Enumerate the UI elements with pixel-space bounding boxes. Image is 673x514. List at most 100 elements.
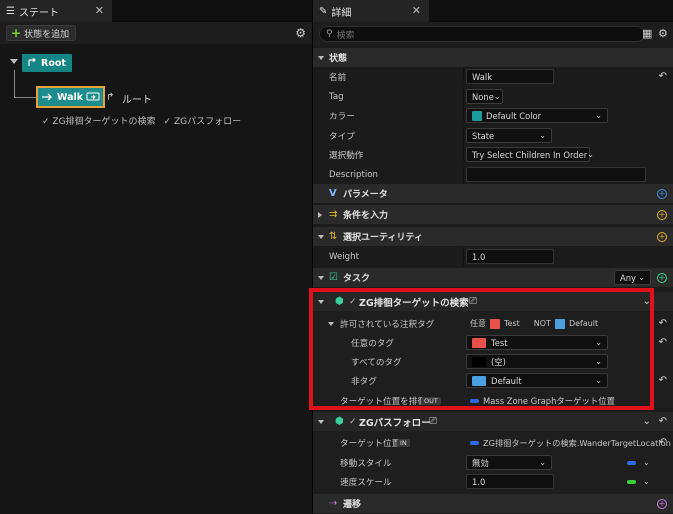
add-transition-icon[interactable]: + bbox=[657, 498, 667, 509]
binding-dot-icon[interactable] bbox=[627, 460, 636, 465]
check-icon: ✓ bbox=[42, 117, 53, 127]
tree-line bbox=[14, 97, 36, 98]
property-row-description: Description bbox=[313, 165, 673, 184]
task2-header[interactable]: ⬢ ✓ ZGパスフォロー ⎚ ⌄ ↶ bbox=[313, 412, 673, 431]
color-dropdown[interactable]: Default Color ⌄ bbox=[466, 108, 608, 123]
task1-title: ZG排徊ターゲットの検索 bbox=[359, 297, 469, 309]
tag-swatch bbox=[472, 356, 486, 367]
add-task-icon[interactable]: + bbox=[657, 272, 667, 283]
states-panel: ☰ ステート ✕ + 状態を追加 ⚙ Root Walk ↱ ルート ✓ ZG排… bbox=[0, 0, 312, 514]
add-parameter-icon[interactable]: + bbox=[657, 188, 667, 199]
any-tag-dropdown[interactable]: Test ⌄ bbox=[466, 335, 608, 350]
section-enter-conditions[interactable]: ⇉ 条件を入力 + bbox=[313, 205, 673, 224]
move-style-dropdown[interactable]: 無効 ⌄ bbox=[466, 455, 552, 470]
tab-details[interactable]: ✎ 詳細 ✕ bbox=[313, 0, 429, 22]
gear-icon[interactable]: ⚙ bbox=[295, 26, 306, 40]
check-icon[interactable]: ✓ bbox=[349, 297, 357, 307]
reset-arrow-icon[interactable]: ↶ bbox=[659, 375, 667, 386]
column-divider bbox=[463, 126, 464, 145]
tasks-filter-dropdown[interactable]: Any ⌄ bbox=[614, 270, 651, 285]
weight-field[interactable]: 1.0 bbox=[466, 249, 554, 264]
column-divider bbox=[463, 87, 464, 106]
selection-dropdown[interactable]: Try Select Children In Order ⌄ bbox=[466, 147, 594, 162]
root-label: Root bbox=[41, 57, 66, 69]
speed-scale-field[interactable]: 1.0 bbox=[466, 474, 554, 489]
name-field[interactable]: Walk bbox=[466, 69, 554, 84]
all-tag-dropdown[interactable]: (空) ⌄ bbox=[466, 354, 608, 369]
tag-swatch bbox=[472, 337, 486, 348]
gear-icon[interactable]: ⚙ bbox=[658, 27, 668, 40]
collapse-arrow-icon[interactable] bbox=[328, 321, 334, 326]
tree-line bbox=[14, 70, 15, 97]
conditions-icon: ⇉ bbox=[329, 209, 338, 220]
root-state-node[interactable]: Root bbox=[22, 54, 72, 72]
not-tag-dropdown[interactable]: Default ⌄ bbox=[466, 373, 608, 388]
add-utility-icon[interactable]: + bbox=[657, 231, 667, 242]
summary-not-tag: Default bbox=[568, 319, 599, 328]
chevron-down-icon: ⌄ bbox=[595, 376, 602, 385]
state-task-item[interactable]: ✓ ZG排徊ターゲットの検索 bbox=[42, 114, 156, 127]
tab-states[interactable]: ☰ ステート ✕ bbox=[0, 0, 112, 22]
check-icon[interactable]: ✓ bbox=[349, 417, 357, 427]
chevron-down-icon[interactable]: ⌄ bbox=[643, 477, 650, 486]
reset-arrow-icon[interactable]: ↶ bbox=[659, 71, 667, 82]
collapse-arrow-icon bbox=[318, 419, 324, 424]
description-field[interactable] bbox=[466, 167, 646, 182]
task1-all-tag-row: すべてのタグ (空) ⌄ bbox=[313, 352, 673, 371]
table-view-icon[interactable]: ▦ bbox=[642, 27, 652, 40]
section-tasks[interactable]: ☑ タスク Any ⌄ + bbox=[313, 268, 673, 287]
states-toolbar: + 状態を追加 ⚙ bbox=[0, 22, 312, 44]
tab-states-label: ステート bbox=[18, 7, 59, 19]
collapse-arrow-icon bbox=[318, 55, 324, 60]
chevron-down-icon[interactable]: ⌄ bbox=[643, 416, 651, 427]
property-row-tag: Tag None ⌄ bbox=[313, 87, 673, 106]
reset-arrow-icon[interactable]: ↶ bbox=[659, 437, 667, 448]
target-value[interactable]: ZG排徊ターゲットの検索.WanderTargetLocation bbox=[483, 437, 671, 449]
collapse-arrow-icon[interactable] bbox=[10, 59, 18, 64]
tag-dropdown[interactable]: None ⌄ bbox=[466, 89, 503, 104]
search-icon: ⚲ bbox=[326, 29, 333, 39]
reset-arrow-icon[interactable]: ↶ bbox=[659, 416, 667, 427]
type-label: タイプ bbox=[329, 131, 355, 142]
section-parameters[interactable]: V パラメータ + bbox=[313, 184, 673, 203]
search-input[interactable]: ⚲ 検索 bbox=[319, 26, 645, 42]
task-node-icon: ⬢ bbox=[335, 416, 344, 427]
section-transitions[interactable]: ⇢ 遷移 + bbox=[313, 494, 673, 513]
state-task-list: ✓ ZG排徊ターゲットの検索 ✓ ZGパスフォロー bbox=[42, 114, 241, 127]
column-divider bbox=[463, 145, 464, 164]
property-row-selection: 選択動作 Try Select Children In Order ⌄ bbox=[313, 145, 673, 164]
check-icon: ✓ bbox=[163, 117, 174, 127]
task-list-icon: ☑ bbox=[329, 272, 338, 283]
parameter-icon: V bbox=[329, 188, 337, 199]
property-row-color: カラー Default Color ⌄ bbox=[313, 106, 673, 125]
plus-icon: + bbox=[11, 26, 22, 40]
column-divider bbox=[463, 247, 464, 266]
section-state[interactable]: 状態 bbox=[313, 48, 673, 67]
task-screen-icon bbox=[86, 92, 100, 101]
task-node-icon: ⬢ bbox=[335, 296, 344, 307]
state-task-item[interactable]: ✓ ZGパスフォロー bbox=[164, 114, 242, 127]
reset-arrow-icon[interactable]: ↶ bbox=[659, 318, 667, 329]
reset-arrow-icon[interactable]: ↶ bbox=[659, 337, 667, 348]
task-screen-icon: ⎚ bbox=[429, 416, 437, 427]
add-state-button[interactable]: + 状態を追加 bbox=[6, 25, 77, 41]
task1-header[interactable]: ⬢ ✓ ZG排徊ターゲットの検索 ⎚ ⌄ bbox=[313, 292, 673, 311]
type-dropdown[interactable]: State ⌄ bbox=[466, 128, 552, 143]
right-tabbar: ✎ 詳細 ✕ bbox=[313, 0, 673, 22]
chevron-down-icon[interactable]: ⌄ bbox=[643, 296, 651, 307]
add-condition-icon[interactable]: + bbox=[657, 209, 667, 220]
section-parameters-title: パラメータ bbox=[343, 190, 388, 200]
in-pill: IN bbox=[397, 438, 410, 447]
chevron-down-icon: ⌄ bbox=[539, 131, 546, 140]
task2-target-row: ターゲット位置 IN ZG排徊ターゲットの検索.WanderTargetLoca… bbox=[313, 433, 673, 452]
close-icon[interactable]: ✕ bbox=[95, 4, 104, 17]
section-selection-utility[interactable]: ⇅ 選択ユーティリティ + bbox=[313, 227, 673, 246]
walk-state-node[interactable]: Walk bbox=[36, 86, 105, 108]
output-value[interactable]: Mass Zone Graphターゲット位置 bbox=[483, 395, 615, 407]
utility-icon: ⇅ bbox=[329, 231, 338, 242]
binding-dot-icon[interactable] bbox=[627, 479, 636, 484]
chevron-down-icon[interactable]: ⌄ bbox=[643, 458, 650, 467]
binding-dot-icon bbox=[470, 398, 479, 403]
close-icon[interactable]: ✕ bbox=[412, 4, 421, 17]
tab-details-label: 詳細 bbox=[331, 7, 352, 19]
